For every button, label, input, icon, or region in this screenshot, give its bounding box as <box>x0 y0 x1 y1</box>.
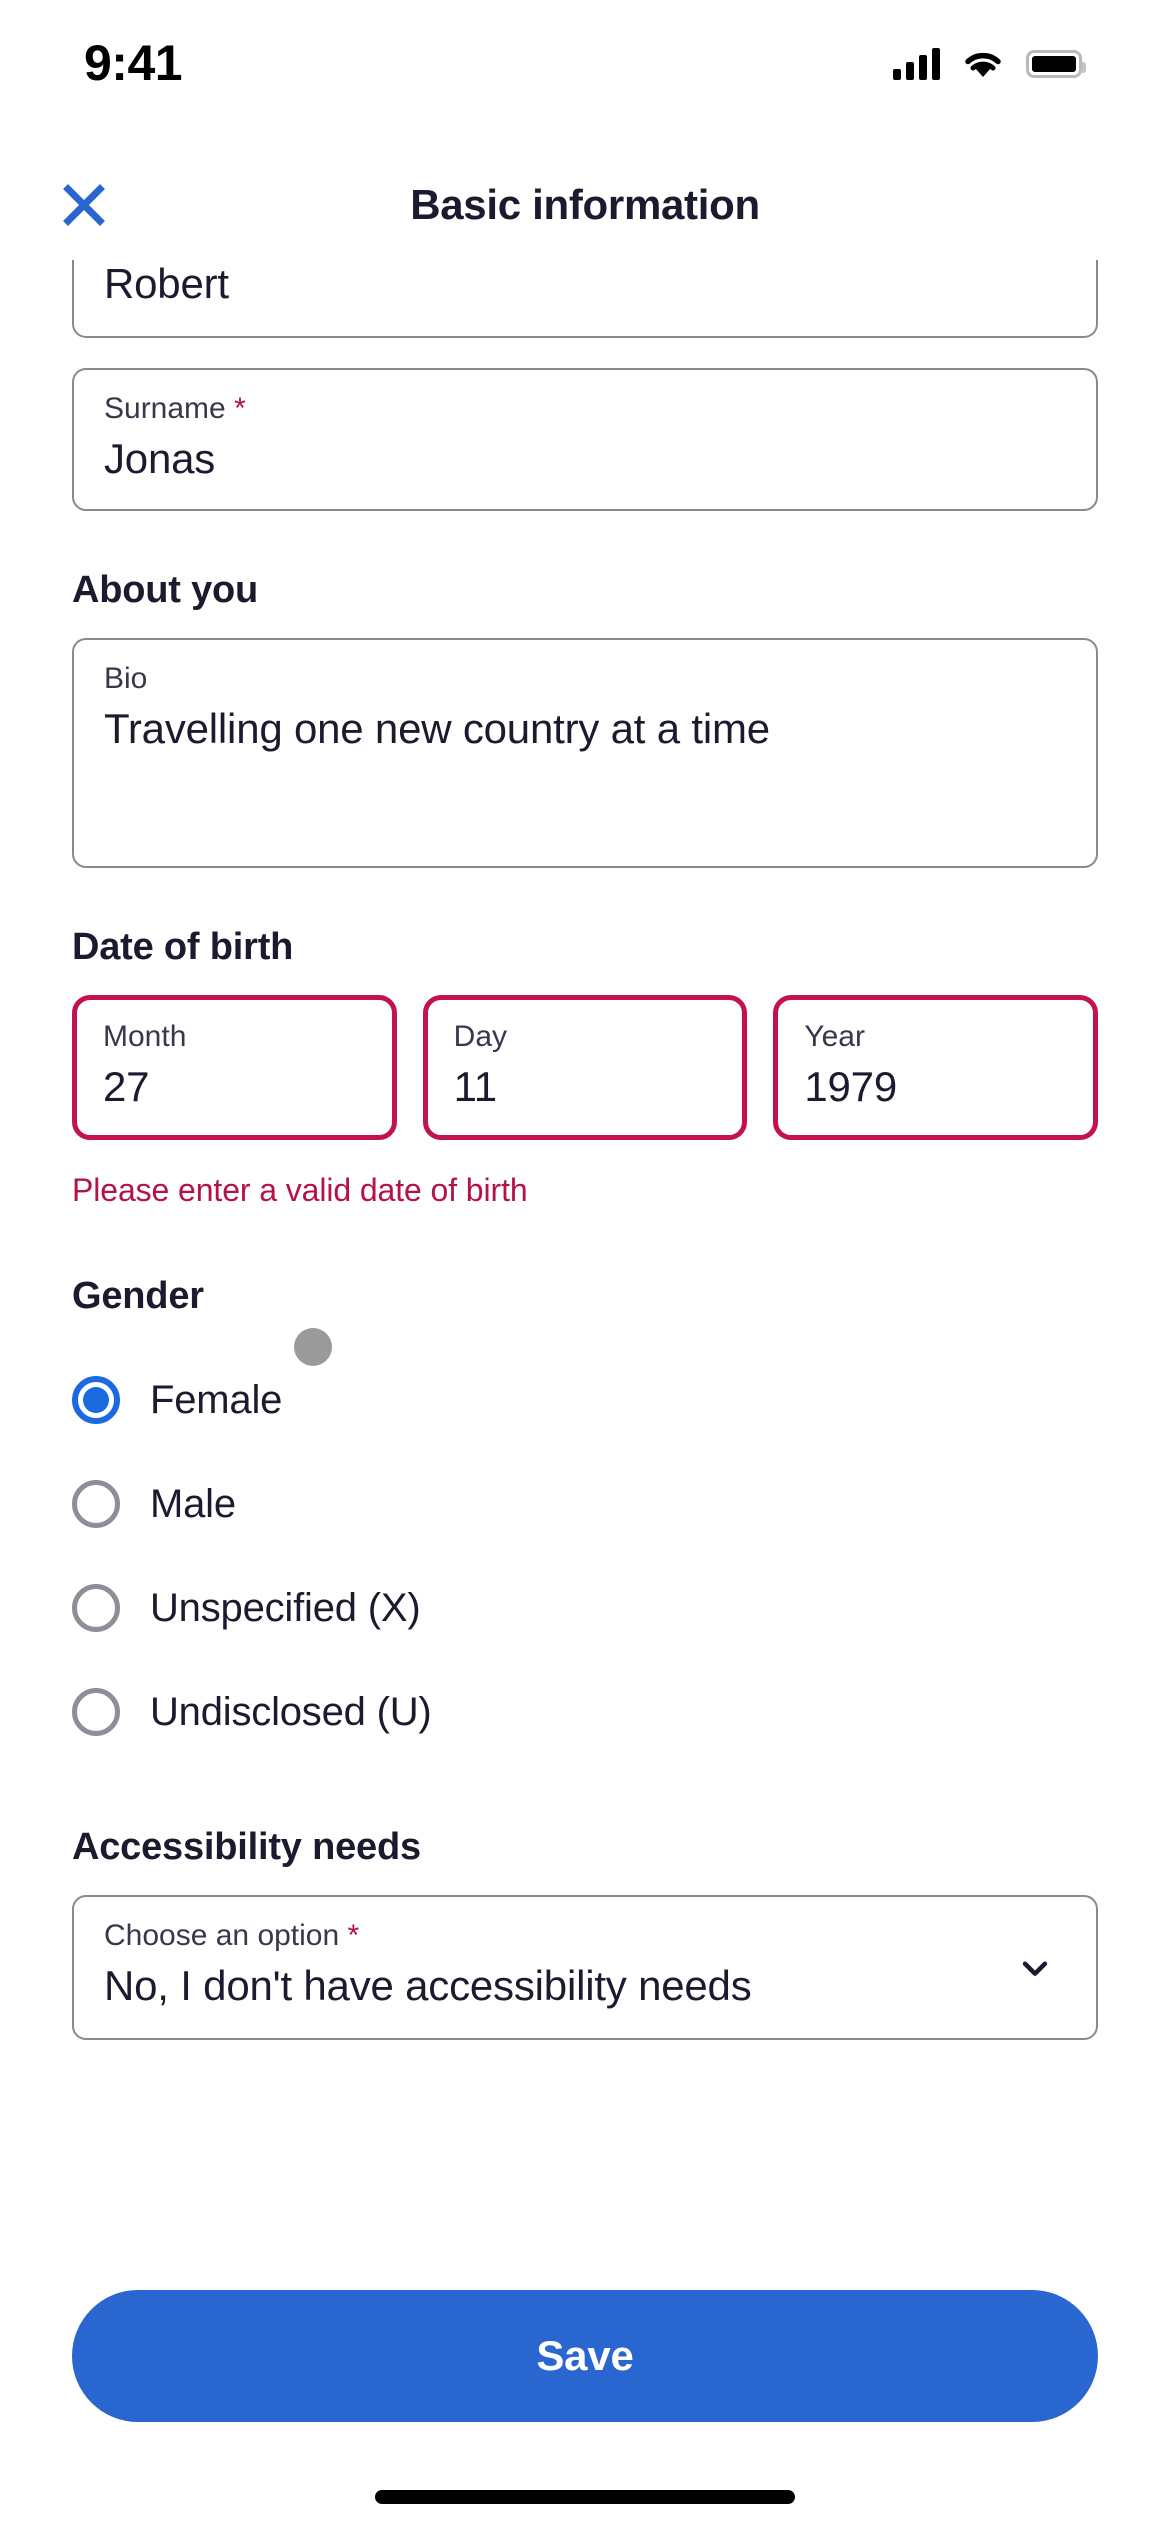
date-of-birth-row: Month 27 Day 11 Year 1979 <box>72 995 1099 1140</box>
radio-selected-icon <box>72 1376 120 1424</box>
gender-option-female[interactable]: Female <box>72 1348 1098 1452</box>
save-button[interactable]: Save <box>72 2290 1098 2422</box>
surname-value: Jonas <box>104 434 216 482</box>
dob-year-field[interactable]: Year 1979 <box>773 995 1099 1140</box>
bio-value: Travelling one new country at a time <box>104 704 770 752</box>
radio-unselected-icon <box>72 1480 120 1528</box>
dob-year-label: Year <box>804 1020 865 1053</box>
date-of-birth-heading: Date of birth <box>72 926 294 968</box>
surname-label: Surname * <box>104 392 1066 427</box>
radio-unselected-icon <box>72 1688 120 1736</box>
status-time: 9:41 <box>84 35 183 91</box>
accessibility-select[interactable]: Choose an option * No, I don't have acce… <box>72 1895 1098 2040</box>
close-x-icon[interactable] <box>56 177 112 233</box>
date-of-birth-error: Please enter a valid date of birth <box>72 1172 528 1208</box>
about-you-heading: About you <box>72 569 259 611</box>
first-name-value: Robert <box>104 260 229 307</box>
gender-option-label: Female <box>150 1377 283 1422</box>
battery-full-icon <box>1026 50 1086 78</box>
gender-option-male[interactable]: Male <box>72 1452 1098 1556</box>
gender-radio-group: Female Male Unspecified (X) Undisclosed … <box>72 1348 1098 1764</box>
accessibility-select-value: No, I don't have accessibility needs <box>104 1961 752 2009</box>
page-header: Basic information <box>0 150 1170 260</box>
dob-month-label: Month <box>103 1020 187 1053</box>
bio-label: Bio <box>104 662 148 695</box>
dob-month-field[interactable]: Month 27 <box>72 995 397 1140</box>
dob-day-field[interactable]: Day 11 <box>422 995 748 1140</box>
gender-option-unspecified[interactable]: Unspecified (X) <box>72 1556 1098 1660</box>
accessibility-heading: Accessibility needs <box>72 1826 421 1868</box>
gender-option-label: Unspecified (X) <box>150 1585 421 1630</box>
accessibility-select-label-text: Choose an option <box>104 1919 340 1952</box>
radio-unselected-icon <box>72 1584 120 1632</box>
gender-heading: Gender <box>72 1275 204 1317</box>
gender-option-label: Undisclosed (U) <box>150 1689 432 1734</box>
surname-required-marker: * <box>234 392 246 425</box>
signal-bars-icon <box>893 48 940 80</box>
chevron-down-icon <box>1022 1960 1048 1976</box>
accessibility-required-marker: * <box>347 1919 360 1952</box>
accessibility-select-label: Choose an option * <box>104 1919 1006 1954</box>
close-x-glyph <box>63 184 105 226</box>
form-scroll-area[interactable]: Robert Surname * Jonas About you Bio Tra… <box>0 260 1170 2270</box>
page-title: Basic information <box>410 181 760 228</box>
bio-field[interactable]: Bio Travelling one new country at a time <box>72 638 1098 868</box>
home-indicator <box>375 2490 795 2504</box>
wifi-icon <box>965 52 1001 77</box>
status-icons-group <box>893 48 1086 80</box>
surname-label-text: Surname <box>104 392 226 425</box>
dob-month-value: 27 <box>103 1062 150 1110</box>
gender-option-label: Male <box>150 1481 236 1526</box>
dob-day-label: Day <box>453 1020 508 1053</box>
dob-year-value: 1979 <box>804 1062 897 1110</box>
touch-indicator-dot <box>294 1328 332 1366</box>
status-bar: 9:41 <box>0 0 1170 120</box>
surname-field[interactable]: Surname * Jonas <box>72 368 1098 511</box>
gender-option-undisclosed[interactable]: Undisclosed (U) <box>72 1660 1098 1764</box>
dob-day-value: 11 <box>453 1062 497 1110</box>
phone-screen: 9:41 Basic information Robert Surname * <box>0 0 1170 2532</box>
first-name-field[interactable]: Robert <box>72 260 1098 338</box>
